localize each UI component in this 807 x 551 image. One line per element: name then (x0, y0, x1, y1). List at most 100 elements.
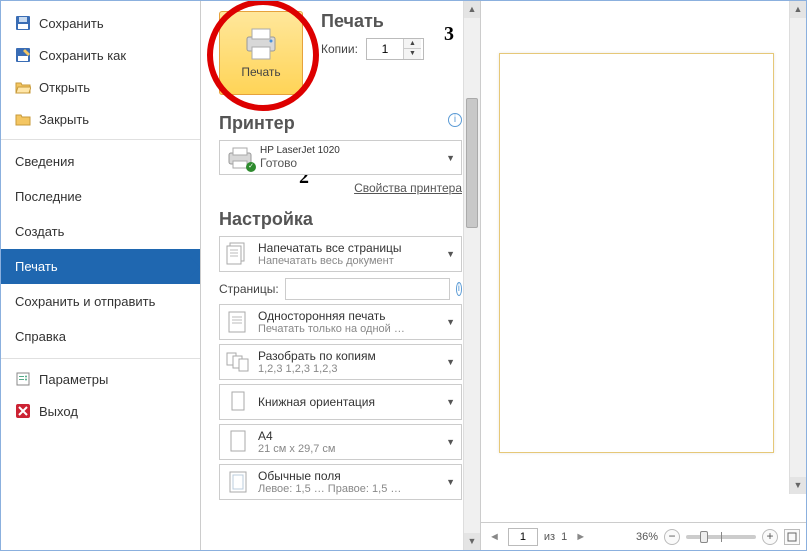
copies-input[interactable] (367, 42, 403, 56)
preview-scrollbar[interactable]: ▲ ▼ (789, 1, 806, 494)
preview-area: ▲ ▼ (481, 1, 806, 522)
copies-label: Копии: (321, 42, 358, 56)
setting-print-range[interactable]: Напечатать все страницы Напечатать весь … (219, 236, 462, 272)
scroll-down-icon[interactable]: ▼ (464, 533, 480, 550)
print-meta: Печать Копии: ▲ ▼ (321, 11, 462, 60)
sidebar-item-options[interactable]: Параметры (1, 363, 200, 395)
printer-device-icon: ✓ (226, 146, 254, 170)
sidebar-item-save-send[interactable]: Сохранить и отправить (1, 284, 200, 319)
setting-text: Разобрать по копиям 1,2,3 1,2,3 1,2,3 (258, 349, 376, 375)
sidebar-item-label: Справка (15, 329, 66, 344)
setting-margins[interactable]: Обычные поля Левое: 1,5 … Правое: 1,5 … … (219, 464, 462, 500)
copies-row: Копии: ▲ ▼ (321, 38, 462, 60)
info-icon[interactable]: i (448, 113, 462, 127)
setting-text: Односторонняя печать Печатать только на … (258, 309, 405, 335)
print-button-label: Печать (241, 65, 280, 79)
sidebar-item-print[interactable]: Печать (1, 249, 200, 284)
sidebar-item-save-as[interactable]: Сохранить как (1, 39, 200, 71)
scroll-thumb[interactable] (466, 98, 478, 228)
sidebar-item-close[interactable]: Закрыть (1, 103, 200, 135)
settings-title: Настройка (219, 209, 462, 230)
slider-knob[interactable] (700, 531, 708, 543)
scroll-track[interactable] (464, 18, 480, 533)
one-sided-icon (226, 309, 250, 335)
printer-name: HP LaserJet 1020 (260, 145, 340, 156)
printer-status: Готово (260, 156, 340, 170)
scroll-up-icon[interactable]: ▲ (464, 1, 480, 18)
fit-to-page-button[interactable] (784, 529, 800, 545)
setting-text: A4 21 см x 29,7 см (258, 429, 336, 455)
chevron-down-icon: ▼ (446, 317, 455, 327)
sidebar-item-new[interactable]: Создать (1, 214, 200, 249)
zoom-in-button[interactable]: + (762, 529, 778, 545)
setting-title: Разобрать по копиям (258, 349, 376, 363)
chevron-down-icon: ▼ (446, 477, 455, 487)
spin-down-icon[interactable]: ▼ (404, 49, 421, 59)
portrait-icon (226, 389, 250, 415)
spin-up-icon[interactable]: ▲ (404, 39, 421, 49)
setting-collate[interactable]: Разобрать по копиям 1,2,3 1,2,3 1,2,3 ▼ (219, 344, 462, 380)
printer-properties-row: Свойства принтера (219, 181, 462, 195)
copies-stepper[interactable]: ▲ ▼ (366, 38, 424, 60)
save-icon (15, 15, 31, 31)
scroll-down-icon[interactable]: ▼ (790, 477, 806, 494)
center-scrollbar[interactable]: ▲ ▼ (463, 1, 480, 550)
next-page-icon[interactable]: ► (573, 531, 588, 543)
exit-icon (15, 403, 31, 419)
setting-subtitle: Левое: 1,5 … Правое: 1,5 … (258, 483, 401, 495)
slider-tick (721, 532, 722, 542)
sidebar-item-label: Сохранить и отправить (15, 294, 155, 309)
sidebar-item-exit[interactable]: Выход (1, 395, 200, 427)
main-layout: Сохранить Сохранить как Открыть Закрыть … (1, 1, 806, 550)
chevron-down-icon: ▼ (446, 397, 455, 407)
prev-page-icon[interactable]: ◄ (487, 531, 502, 543)
printer-info: HP LaserJet 1020 Готово (260, 145, 340, 170)
margins-icon (226, 469, 250, 495)
print-button[interactable]: Печать (219, 11, 303, 95)
setting-title: Книжная ориентация (258, 395, 375, 409)
sidebar-item-save[interactable]: Сохранить (1, 7, 200, 39)
sidebar-item-recent[interactable]: Последние (1, 179, 200, 214)
of-label: из (544, 531, 555, 543)
pages-input[interactable] (285, 278, 450, 300)
sidebar-item-label: Закрыть (39, 112, 89, 127)
setting-subtitle: Печатать только на одной … (258, 323, 405, 335)
collate-icon (226, 349, 250, 375)
page-number-input[interactable] (508, 528, 538, 546)
save-as-icon (15, 47, 31, 63)
setting-orientation[interactable]: Книжная ориентация ▼ (219, 384, 462, 420)
sidebar-item-label: Выход (39, 404, 78, 419)
chevron-down-icon: ▼ (446, 153, 455, 163)
setting-title: A4 (258, 429, 336, 443)
printer-properties-link[interactable]: Свойства принтера (354, 181, 462, 195)
print-preview-panel: ▲ ▼ ◄ из 1 ► 36% − + (481, 1, 806, 550)
setting-one-sided[interactable]: Односторонняя печать Печатать только на … (219, 304, 462, 340)
setting-paper-size[interactable]: A4 21 см x 29,7 см ▼ (219, 424, 462, 460)
setting-title: Напечатать все страницы (258, 241, 402, 255)
sidebar-item-label: Создать (15, 224, 64, 239)
chevron-down-icon: ▼ (446, 437, 455, 447)
sidebar-item-info[interactable]: Сведения (1, 144, 200, 179)
pages-label: Страницы: (219, 282, 279, 296)
options-icon (15, 371, 31, 387)
pages-row: Страницы: i (219, 278, 462, 300)
zoom-slider[interactable] (686, 535, 756, 539)
setting-subtitle: 1,2,3 1,2,3 1,2,3 (258, 363, 376, 375)
sidebar-divider (1, 358, 200, 359)
print-header-row: Печать Печать Копии: ▲ ▼ (219, 11, 462, 95)
setting-title: Обычные поля (258, 469, 401, 483)
scroll-up-icon[interactable]: ▲ (790, 1, 806, 18)
zoom-out-button[interactable]: − (664, 529, 680, 545)
setting-subtitle: 21 см x 29,7 см (258, 443, 336, 455)
printer-icon (241, 27, 281, 61)
printer-selector[interactable]: ✓ HP LaserJet 1020 Готово ▼ (219, 140, 462, 175)
setting-title: Односторонняя печать (258, 309, 405, 323)
sidebar-item-open[interactable]: Открыть (1, 71, 200, 103)
printer-section-title: Принтер (219, 113, 462, 134)
sidebar-item-help[interactable]: Справка (1, 319, 200, 354)
sidebar-item-label: Параметры (39, 372, 108, 387)
info-icon[interactable]: i (456, 282, 462, 296)
setting-subtitle: Напечатать весь документ (258, 255, 402, 267)
page-preview (499, 53, 774, 453)
app-window: Сохранить Сохранить как Открыть Закрыть … (0, 0, 807, 551)
